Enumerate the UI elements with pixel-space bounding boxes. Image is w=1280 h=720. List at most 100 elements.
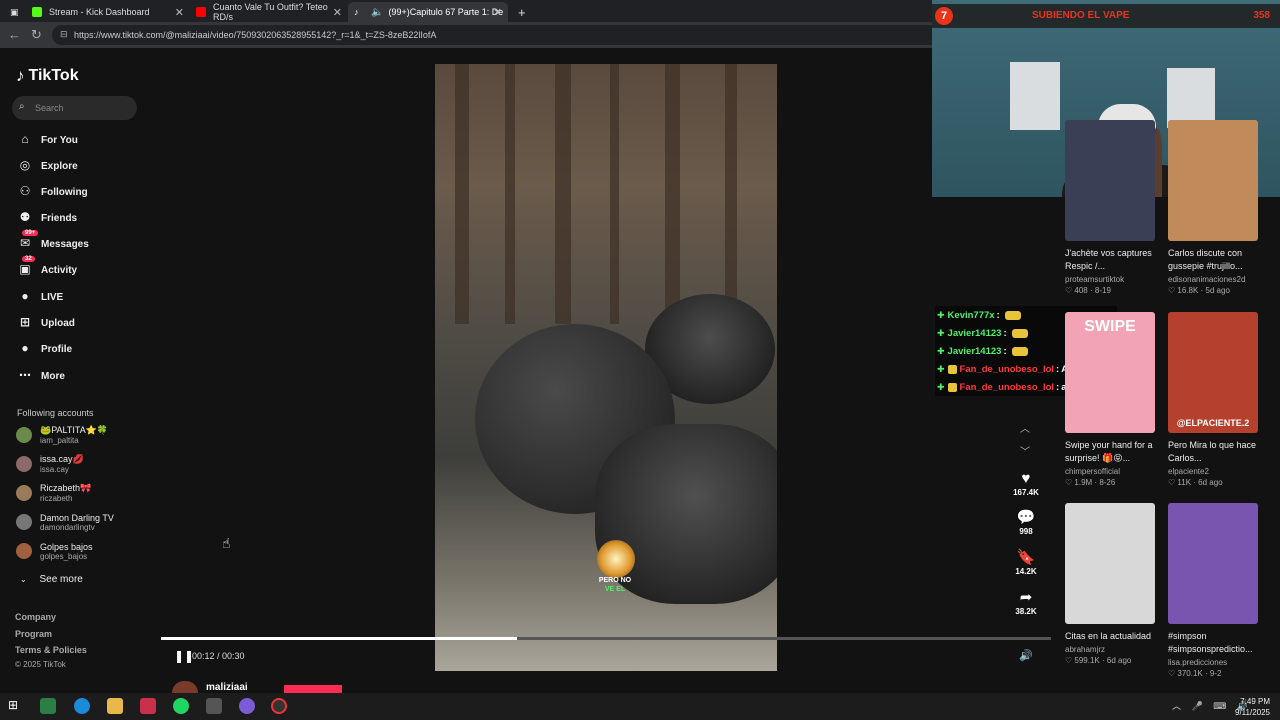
video-card-author: elpaciente2 (1168, 467, 1209, 476)
sidebar-item-activity[interactable]: ▣ 32 Activity (16, 256, 77, 280)
video-card[interactable]: @ELPACIENTE.2 Pero Mira lo que hace Carlo… (1168, 312, 1260, 487)
chat-username: Kevin777x (947, 309, 995, 321)
app-icon[interactable] (206, 698, 222, 714)
sidebar-item-friends[interactable]: ⚉ Friends (16, 208, 78, 228)
video-card-likes: 599.1K (1074, 656, 1100, 665)
thumbnail-text: SWIPE (1084, 318, 1136, 335)
site-info-icon[interactable]: ⊟ (60, 29, 68, 40)
sidebar-item-following[interactable]: ⚇ Following (16, 182, 88, 202)
video-card-title: Citas en la actualidad (1065, 631, 1152, 641)
sidebar-item-live[interactable]: ● LIVE (16, 287, 63, 307)
following-account[interactable]: 🐸PALTITA⭐🍀 iam_paltita (16, 422, 108, 448)
tab-close-icon[interactable]: ✕ (493, 6, 502, 19)
video-card-meta: ♡ 11K · 6d ago (1168, 478, 1223, 487)
spotify-icon[interactable] (173, 698, 189, 714)
sidebar-item-label: Messages (41, 238, 89, 250)
chat-username: Javier14123 (947, 327, 1002, 339)
next-video-icon[interactable]: ﹀ (1020, 443, 1030, 458)
tiktok-logo-icon: ♪ (16, 66, 25, 85)
volume-icon[interactable]: 🔊 (1019, 649, 1033, 662)
following-account[interactable]: Riczabeth🎀 riczabeth (16, 480, 91, 506)
sidebar-item-label: More (41, 370, 65, 382)
video-card[interactable]: #simpson #simpsonspredictio... lisa.predi… (1168, 503, 1260, 678)
app-icon[interactable] (140, 698, 156, 714)
app-icon[interactable] (239, 698, 255, 714)
following-icon: ⚇ (19, 184, 31, 198)
obs-icon[interactable] (271, 698, 287, 714)
edge-browser-icon[interactable] (74, 698, 90, 714)
account-handle: riczabeth (40, 494, 73, 503)
new-tab-button[interactable]: + (512, 2, 528, 22)
account-name: Damon Darling TV (40, 512, 114, 523)
terminal-app-icon[interactable] (40, 698, 56, 714)
avatar (16, 543, 32, 559)
previous-video-icon[interactable]: ︿ (1020, 420, 1030, 435)
video-player[interactable]: PERO NO VE EL (435, 64, 777, 671)
footer-company-link[interactable]: Company (15, 612, 56, 622)
video-card-likes: 11K (1177, 478, 1192, 487)
tab-actions-icon[interactable]: ▣ (4, 2, 22, 22)
taskbar-clock[interactable]: 7:49 PM 9/11/2025 (1235, 696, 1270, 718)
comment-button[interactable]: 💬 998 (1006, 508, 1046, 536)
kick-favicon-icon (32, 7, 42, 17)
sidebar-item-label: Upload (41, 317, 75, 329)
tab-close-icon[interactable]: ✕ (175, 6, 184, 19)
chevron-down-icon: ⌄ (20, 575, 27, 584)
video-card[interactable]: Carlos discute con gussepie #trujillo...… (1168, 120, 1260, 295)
sidebar-item-profile[interactable]: ● Profile (16, 339, 72, 359)
sidebar-item-explore[interactable]: ◎ Explore (16, 156, 78, 176)
sidebar-item-upload[interactable]: ⊞ Upload (16, 313, 75, 333)
following-account[interactable]: Golpes bajos golpes_bajos (16, 538, 93, 564)
sidebar-item-messages[interactable]: ✉ 99+ Messages (16, 230, 89, 254)
tab-tiktok[interactable]: ♪ 🔈 (99+)Capitulo 67 Parte 1: De ✕ (348, 2, 508, 22)
tab-youtube[interactable]: Cuanto Vale Tu Outfit? Teteo RD/s ✕ (190, 2, 348, 22)
video-card[interactable]: SWIPE Swipe your hand for a surprise! 🎁😝.… (1065, 312, 1157, 487)
hand-cursor-icon: ☝ (222, 535, 231, 551)
search-icon: ⌕ (19, 101, 25, 112)
video-card-date: 5d ago (1205, 286, 1230, 295)
follow-button[interactable] (284, 685, 342, 693)
sidebar-item-label: Profile (41, 343, 73, 355)
notification-badge: 32 (22, 256, 35, 262)
windows-taskbar: ⊞ ︿ 🎤 ⌨ 🔊 7:49 PM 9/11/2025 (0, 693, 1280, 720)
video-card-title: Swipe your hand for a surprise! 🎁😝... (1065, 440, 1153, 463)
video-thumbnail (1065, 120, 1155, 241)
action-count: 998 (1019, 527, 1033, 536)
badge-icon (947, 382, 957, 392)
back-icon[interactable]: ← (8, 27, 21, 42)
account-name: issa.cay💋 (40, 454, 84, 464)
windows-start-icon[interactable]: ⊞ (8, 698, 24, 714)
heart-button[interactable]: ♥ 167.4K (1006, 470, 1046, 497)
heart-icon: ♥ (1021, 470, 1031, 487)
file-explorer-icon[interactable] (107, 698, 123, 714)
see-more-button[interactable]: ⌄ See more (20, 574, 83, 585)
video-card-date: 6d ago (1106, 656, 1132, 665)
sidebar-item-for-you[interactable]: ⌂ For You (16, 130, 77, 150)
uploader-name[interactable]: maliziaai (206, 682, 248, 693)
bookmark-button[interactable]: 🔖 14.2K (1006, 548, 1046, 576)
chat-username: Fan_de_unobeso_lol (959, 363, 1055, 375)
tiktok-logo[interactable]: ♪ TikTok (16, 66, 79, 86)
sidebar-item-label: Following (41, 186, 88, 198)
following-account[interactable]: issa.cay💋 issa.cay (16, 451, 84, 477)
speaker-icon[interactable]: 🔈 (371, 7, 383, 18)
reload-icon[interactable]: ↻ (31, 27, 42, 43)
share-button[interactable]: ➦ 38.2K (1006, 588, 1046, 616)
footer-terms-link[interactable]: Terms & Policies (15, 645, 87, 655)
search-input[interactable]: ⌕ Search (12, 96, 137, 120)
footer-program-link[interactable]: Program (15, 629, 52, 639)
tiktok-favicon-icon: ♪ (354, 7, 359, 17)
tab-kick-dashboard[interactable]: Stream - Kick Dashboard ✕ (26, 2, 190, 22)
avatar (16, 514, 32, 530)
video-card[interactable]: J'achète vos captures Respic /... proteam… (1065, 120, 1157, 295)
action-count: 14.2K (1015, 567, 1037, 576)
action-count: 38.2K (1015, 607, 1037, 616)
sidebar-item-more[interactable]: ⋯ More (16, 366, 65, 386)
following-account[interactable]: Damon Darling TV damondarlingtv (16, 509, 114, 535)
video-card-author: abrahamjrz (1065, 645, 1106, 654)
url-text: https://www.tiktok.com/@maliziaai/video/… (74, 30, 437, 40)
tab-close-icon[interactable]: ✕ (333, 6, 342, 19)
search-placeholder: Search (35, 103, 64, 113)
caption-line-2: VE EL (604, 586, 626, 593)
video-card[interactable]: Citas en la actualidad abrahamjrz ♡ 599.1K… (1065, 503, 1157, 665)
